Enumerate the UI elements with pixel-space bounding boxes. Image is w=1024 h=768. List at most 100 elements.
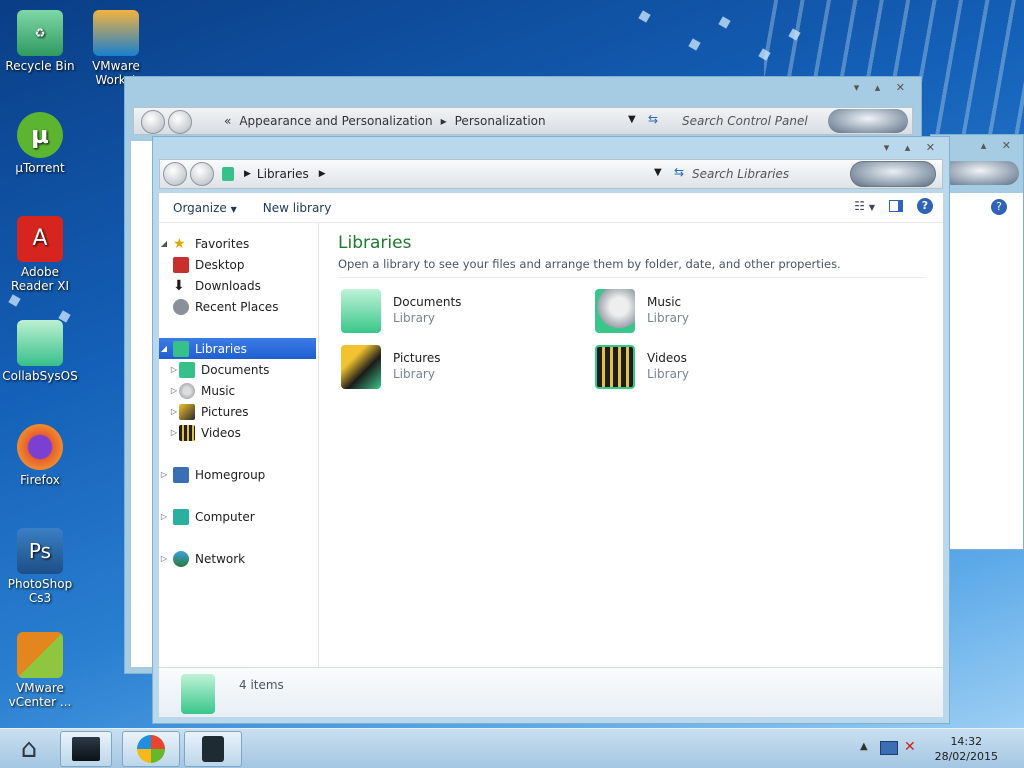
back-button[interactable]	[141, 110, 165, 134]
nav-item-videos[interactable]: ▷ Videos	[159, 422, 316, 443]
expanded-arrow-icon[interactable]: ◢	[159, 239, 169, 248]
help-icon[interactable]: ?	[917, 198, 933, 214]
nav-label: Documents	[201, 362, 270, 377]
collapsed-arrow-icon[interactable]: ▷	[169, 386, 179, 395]
collapsed-arrow-icon[interactable]: ▷	[169, 365, 179, 374]
desktop-icon-collabsysos[interactable]: CollabSysOS	[0, 320, 80, 383]
collapsed-arrow-icon[interactable]: ▷	[169, 407, 179, 416]
show-hidden-icons[interactable]: ▲	[860, 741, 868, 752]
navigation-pane: ◢ ★ Favorites Desktop ⬇ Downloads Recent…	[159, 223, 319, 667]
organize-menu[interactable]: Organize ▼	[173, 201, 237, 215]
clock[interactable]: 14:32 28/02/2015	[935, 734, 998, 764]
network-tray-icon[interactable]	[880, 741, 898, 755]
chevron-right-icon: ▶	[244, 169, 251, 179]
breadcrumb-item[interactable]: Personalization	[455, 114, 546, 128]
volume-muted-icon[interactable]: ✕	[904, 739, 916, 755]
videos-library-icon	[595, 345, 635, 389]
view-options-icon[interactable]: ☷ ▼	[854, 199, 875, 213]
nav-item-recent-places[interactable]: Recent Places	[159, 296, 316, 317]
desktop-icon-adobe-reader[interactable]: A Adobe Reader XI	[0, 216, 80, 293]
nav-favorites[interactable]: ◢ ★ Favorites	[159, 233, 316, 254]
address-bar[interactable]: ▶ Libraries ▶ ▼ ⇆ Search Libraries	[159, 159, 943, 189]
desktop-icon	[173, 256, 189, 273]
window-controls[interactable]: ▾ ▴ ✕	[884, 141, 941, 154]
chevron-down-icon[interactable]: ▼	[628, 114, 636, 125]
nav-label: Pictures	[201, 404, 249, 419]
search-orb[interactable]	[828, 109, 908, 133]
library-tile-videos[interactable]: Videos Library	[595, 345, 835, 393]
music-icon	[179, 382, 195, 399]
documents-library-icon	[341, 289, 381, 333]
desktop-icon-firefox[interactable]: Firefox	[0, 424, 80, 487]
desktop-icon-utorrent[interactable]: µ µTorrent	[0, 112, 80, 175]
wallpaper-square	[688, 38, 701, 51]
desktop-icon-recycle-bin[interactable]: ♻ Recycle Bin	[0, 10, 80, 73]
help-icon[interactable]: ?	[991, 199, 1007, 215]
address-bar[interactable]: « Appearance and Personalization ▸ Perso…	[133, 107, 913, 135]
wallpaper-square	[8, 294, 21, 307]
forward-button[interactable]	[168, 110, 192, 134]
libraries-window[interactable]: ▾ ▴ ✕ ▶ Libraries ▶ ▼ ⇆ Search Libraries…	[152, 136, 950, 724]
nav-libraries[interactable]: ◢ Libraries	[159, 338, 316, 359]
start-button[interactable]	[122, 731, 180, 767]
libraries-icon	[222, 167, 234, 181]
window-controls[interactable]: ▴ ✕	[981, 139, 1017, 152]
search-orb[interactable]	[941, 161, 1019, 185]
library-tile-documents[interactable]: Documents Library	[341, 289, 581, 337]
nav-label: Network	[195, 551, 246, 566]
search-box[interactable]: Search Libraries	[666, 161, 936, 187]
taskbar-button-app[interactable]	[184, 731, 242, 767]
nav-label: Favorites	[195, 236, 250, 251]
libraries-large-icon	[181, 674, 215, 714]
collapsed-arrow-icon[interactable]: ▷	[159, 554, 169, 563]
preview-pane-icon[interactable]	[889, 200, 903, 212]
libraries-icon	[173, 340, 189, 357]
forward-button[interactable]	[190, 162, 214, 186]
chevron-down-icon[interactable]: ▼	[654, 167, 662, 178]
new-library-button[interactable]: New library	[263, 201, 332, 215]
nav-label: Videos	[201, 425, 241, 440]
nav-label: Homegroup	[195, 467, 266, 482]
collapsed-arrow-icon[interactable]: ▷	[169, 428, 179, 437]
nav-item-downloads[interactable]: ⬇ Downloads	[159, 275, 316, 296]
breadcrumb-item[interactable]: Libraries	[257, 167, 309, 181]
nav-label: Downloads	[195, 278, 261, 293]
wallpaper-square	[718, 16, 731, 29]
home-icon: ⌂	[20, 734, 38, 764]
app-icon	[202, 736, 224, 762]
collapsed-arrow-icon[interactable]: ▷	[159, 512, 169, 521]
nav-label: Computer	[195, 509, 255, 524]
collapsed-arrow-icon[interactable]: ▷	[159, 470, 169, 479]
desktop-icon-vmware-vcenter[interactable]: VMware vCenter ...	[0, 632, 80, 709]
home-button[interactable]: ⌂	[4, 731, 54, 767]
library-type: Library	[647, 367, 689, 381]
taskbar-button-explorer[interactable]	[60, 731, 112, 767]
library-name: Videos	[647, 351, 687, 365]
search-orb[interactable]	[850, 161, 936, 187]
search-input[interactable]: Search Control Panel	[682, 114, 808, 128]
nav-network[interactable]: ▷ Network	[159, 548, 316, 569]
library-tile-pictures[interactable]: Pictures Library	[341, 345, 581, 393]
expanded-arrow-icon[interactable]: ◢	[159, 344, 169, 353]
desktop-icon-label: PhotoShop Cs3	[7, 577, 73, 605]
library-type: Library	[647, 311, 689, 325]
library-tile-music[interactable]: Music Library	[595, 289, 835, 337]
nav-item-pictures[interactable]: ▷ Pictures	[159, 401, 316, 422]
window-controls[interactable]: ▾ ▴ ✕	[854, 81, 911, 94]
nav-computer[interactable]: ▷ Computer	[159, 506, 316, 527]
chevron-right-icon[interactable]: ▶	[319, 169, 326, 179]
music-library-icon	[595, 289, 635, 333]
nav-homegroup[interactable]: ▷ Homegroup	[159, 464, 316, 485]
nav-label: Libraries	[195, 341, 247, 356]
pictures-icon	[179, 403, 195, 420]
breadcrumb-item[interactable]: Appearance and Personalization	[239, 114, 432, 128]
page-title: Libraries	[338, 233, 412, 253]
desktop-icon-photoshop[interactable]: Ps PhotoShop Cs3	[0, 528, 80, 605]
nav-item-music[interactable]: ▷ Music	[159, 380, 316, 401]
nav-item-documents[interactable]: ▷ Documents	[159, 359, 316, 380]
search-input[interactable]: Search Libraries	[692, 167, 789, 181]
back-button[interactable]	[163, 162, 187, 186]
refresh-icon[interactable]: ⇆	[648, 112, 658, 126]
library-name: Music	[647, 295, 682, 309]
nav-item-desktop[interactable]: Desktop	[159, 254, 316, 275]
